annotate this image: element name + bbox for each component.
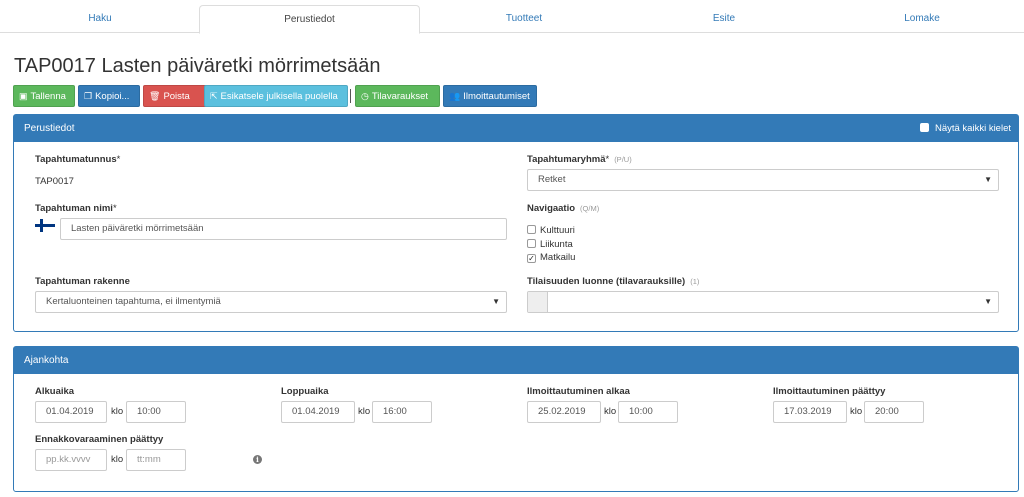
chevron-down-icon: ▼ [984,297,992,306]
event-group-select[interactable]: Retket ▼ [527,169,999,191]
info-icon[interactable]: i [253,455,262,464]
start-time-input[interactable]: 10:00 [126,401,186,423]
preview-button[interactable]: ⇱ Esikatsele julkisella puolella [204,85,348,107]
required-marker: * [605,154,610,165]
navigation-label-text: Navigaatio [527,203,576,214]
registration-end-label: Ilmoittautuminen päättyy [773,386,886,397]
required-marker: * [116,154,121,165]
save-button[interactable]: ▣ Tallenna [13,85,75,107]
klo-label: klo [604,406,617,417]
structure-select[interactable]: Kertaluonteinen tapahtuma, ei ilmentymiä… [35,291,507,313]
event-group-select-value: Retket [538,174,566,185]
event-group-hint: (P/U) [614,155,632,164]
timing-heading-text: Ajankohta [24,355,69,366]
navigation-item-matkailu[interactable]: ✓ Matkailu [527,252,575,263]
navigation-hint: (Q/M) [580,204,600,213]
registration-start-time-input[interactable]: 10:00 [618,401,678,423]
event-name-input[interactable]: Lasten päiväretki mörrimetsään [60,218,507,240]
event-id-label-text: Tapahtumatunnus [35,154,117,165]
toolbar-separator [350,89,351,103]
klo-label: klo [111,406,124,417]
space-type-label: Tilaisuuden luonne (tilavarauksille) (1) [527,276,699,287]
save-button-label: Tallenna [30,91,66,102]
space-type-label-text: Tilaisuuden luonne (tilavarauksille) [527,276,686,287]
page-title: TAP0017 Lasten päiväretki mörrimetsään [14,55,381,77]
structure-label: Tapahtuman rakenne [35,276,130,287]
navigation-item-liikunta[interactable]: Liikunta [527,239,573,250]
prebooking-end-date-input[interactable]: pp.kk.vvvv [35,449,107,471]
start-date-input[interactable]: 01.04.2019 [35,401,107,423]
navigation-checkbox-checked[interactable]: ✓ [527,254,536,263]
registration-start-date-input[interactable]: 25.02.2019 [527,401,601,423]
klo-label: klo [111,454,124,465]
navigation-item-label: Matkailu [540,252,576,263]
chevron-down-icon: ▼ [492,297,500,306]
end-time-label: Loppuaika [281,386,329,397]
show-all-languages-toggle[interactable]: Näytä kaikki kielet [919,115,1011,142]
event-name-label-text: Tapahtuman nimi [35,203,113,214]
timing-heading: Ajankohta [14,347,1018,374]
floppy-icon: ▣ [19,91,28,101]
users-icon: 👥 [449,91,461,101]
registrations-button[interactable]: 👥 Ilmoittautumiset [443,85,537,107]
tab-lomake[interactable]: Lomake [820,5,1024,33]
copy-button[interactable]: ❐ Kopioi... [78,85,140,107]
reservations-button-label: Tilavaraukset [371,91,429,102]
tab-bar: Haku Perustiedot Tuotteet Esite Lomake [0,0,1024,34]
chevron-down-icon: ▼ [984,175,992,184]
trash-icon: 🗑 [149,91,161,101]
show-all-languages-label: Näytä kaikki kielet [934,123,1011,134]
prebooking-end-label: Ennakkovaraaminen päättyy [35,434,164,445]
space-type-color-swatch [528,292,548,312]
klo-label: klo [358,406,371,417]
clock-icon: ◷ [361,91,369,101]
copy-button-label: Kopioi... [95,91,130,102]
external-link-icon: ⇱ [210,91,218,101]
reservations-button[interactable]: ◷ Tilavaraukset [355,85,440,107]
basic-info-heading: Perustiedot Näytä kaikki kielet [14,115,1018,142]
structure-select-value: Kertaluonteinen tapahtuma, ei ilmentymiä [46,296,221,307]
preview-button-label: Esikatsele julkisella puolella [220,91,338,102]
tab-perustiedot[interactable]: Perustiedot [199,5,420,34]
space-type-select[interactable]: ▼ [527,291,999,313]
tab-esite[interactable]: Esite [628,5,820,33]
navigation-checkbox[interactable] [527,239,536,248]
space-type-hint: (1) [690,277,700,286]
event-name-label: Tapahtuman nimi* [35,203,117,214]
delete-button[interactable]: 🗑 Poista [143,85,209,107]
event-group-label-text: Tapahtumaryhmä [527,154,606,165]
klo-label: klo [850,406,863,417]
prebooking-end-time-input[interactable]: tt:mm [126,449,186,471]
timing-panel: Ajankohta Alkuaika 01.04.2019 klo 10:00 … [13,346,1019,492]
show-all-languages-checkbox[interactable] [919,123,929,132]
navigation-item-kulttuuri[interactable]: Kulttuuri [527,225,575,236]
delete-button-label: Poista [163,91,190,102]
copy-icon: ❐ [84,91,93,101]
event-group-label: Tapahtumaryhmä* (P/U) [527,154,632,165]
navigation-checkbox[interactable] [527,225,536,234]
navigation-label: Navigaatio (Q/M) [527,203,599,214]
end-time-input[interactable]: 16:00 [372,401,432,423]
finland-flag-icon [35,219,55,232]
basic-info-panel: Perustiedot Näytä kaikki kielet Tapahtum… [13,114,1019,332]
end-date-input[interactable]: 01.04.2019 [281,401,355,423]
flag-cross-horizontal [35,224,55,227]
tab-haku[interactable]: Haku [0,5,200,33]
tab-tuotteet[interactable]: Tuotteet [420,5,628,33]
event-id-label: Tapahtumatunnus* [35,154,120,165]
registrations-button-label: Ilmoittautumiset [463,91,530,102]
navigation-item-label: Liikunta [540,239,573,250]
registration-end-time-input[interactable]: 20:00 [864,401,924,423]
registration-start-label: Ilmoittautuminen alkaa [527,386,630,397]
start-time-label: Alkuaika [35,386,75,397]
basic-info-heading-text: Perustiedot [24,123,75,134]
registration-end-date-input[interactable]: 17.03.2019 [773,401,847,423]
navigation-item-label: Kulttuuri [540,225,575,236]
flag-cross-vertical [40,219,43,232]
required-marker: * [112,203,117,214]
event-id-value: TAP0017 [35,176,74,187]
